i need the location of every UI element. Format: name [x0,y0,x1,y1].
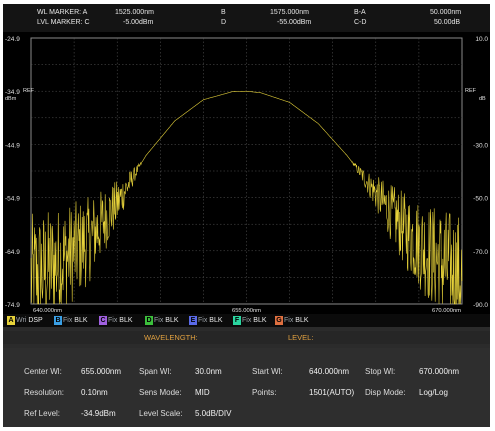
osa-screen: WL MARKER: A 1525.000nm B 1575.000nm B-A… [3,4,490,427]
marker-ba-label: B-A [354,9,366,16]
left-tick-label: -64.9 [5,249,20,256]
disp-mode-label: Disp Mode: [365,388,406,397]
start-wl-label: Start Wl: [252,367,283,376]
left-tick-label: -54.9 [5,196,20,203]
trace-mode-label: Fix [242,317,252,324]
right-ref-label: REF [465,88,477,94]
trace-mode-label: Fix [108,317,118,324]
trace-state-label: BLK [117,317,133,324]
trace-state-label: BLK [163,317,179,324]
wavelength-label: WAVELENGTH: [144,333,198,342]
right-unit-label: dB [479,96,486,102]
right-tick-label: -30.0 [473,142,488,149]
level-scale-value[interactable]: 5.0dB/DIV [195,409,231,418]
trace-state-label: BLK [207,317,223,324]
ref-level-label: Ref Level: [24,409,61,418]
lvl-marker-c-label: LVL MARKER: C [37,19,90,26]
lvl-marker-c-value: -5.00dBm [123,19,154,26]
marker-cd-label: C-D [354,19,367,26]
disp-mode-value[interactable]: Log/Log [419,388,448,397]
points-label: Points: [252,388,277,397]
points-value[interactable]: 1501(AUTO) [309,388,354,397]
right-tick-label: -90.0 [473,302,488,309]
trace-c-status[interactable]: C Fix BLK [99,316,133,325]
trace-mode-label: Fix [154,317,164,324]
right-tick-label: -70.0 [473,249,488,256]
resolution-label: Resolution: [24,388,65,397]
trace-e-status[interactable]: E Fix BLK [189,316,223,325]
marker-cd-value: 50.00dB [434,19,461,26]
start-wl-value[interactable]: 640.000nm [309,367,349,376]
trace-key-badge: E [189,316,197,325]
stop-wl-value[interactable]: 670.000nm [419,367,459,376]
trace-key-badge: G [275,316,283,325]
marker-b-value: 1575.000nm [270,9,309,16]
trace-state-label: DSP [26,317,43,324]
marker-d-label: D [221,19,227,26]
wl-marker-a-value: 1525.000nm [115,9,154,16]
trace-mode-label: Fix [284,317,294,324]
trace-f-status[interactable]: F Fix BLK [233,316,267,325]
left-tick-label: -24.9 [5,36,20,43]
marker-readout-bar: WL MARKER: A 1525.000nm B 1575.000nm B-A… [3,4,490,32]
right-tick-label: 10.0 [475,36,488,43]
trace-key-badge: D [145,316,153,325]
center-wl-value[interactable]: 655.000nm [81,367,121,376]
trace-state-label: BLK [72,317,88,324]
trace-key-badge: C [99,316,107,325]
wavelength-level-bar: WAVELENGTH: LEVEL: [3,331,490,344]
spectrum-chart-svg[interactable]: -24.9 -34.9 -44.9 -54.9 -64.9 -74.9 10.0 -30.0 -… [3,32,490,314]
sens-mode-value[interactable]: MID [195,388,210,397]
trace-b-status[interactable]: B Fix BLK [54,316,88,325]
left-tick-label: -34.9 [5,89,20,96]
sens-mode-label: Sens Mode: [139,388,182,397]
center-wl-label: Center Wl: [24,367,62,376]
wl-marker-a-label: WL MARKER: A [37,9,88,16]
trace-legend-bar: A Wri DSP B Fix BLK C Fix BLK D Fix BLK E Fix BLK… [3,314,490,327]
level-scale-label: Level Scale: [139,409,183,418]
trace-mode-label: Fix [198,317,208,324]
marker-d-value: -55.00dBm [277,19,312,26]
trace-a-status[interactable]: A Wri DSP [7,316,43,325]
marker-ba-value: 50.000nm [430,9,462,16]
stop-wl-label: Stop Wl: [365,367,396,376]
trace-mode-label: Wri [16,317,27,324]
span-wl-label: Span Wl: [139,367,172,376]
ref-level-value[interactable]: -34.9dBm [81,409,116,418]
trace-state-label: BLK [251,317,267,324]
left-unit-label: dBm [5,96,17,102]
trace-d-status[interactable]: D Fix BLK [145,316,179,325]
trace-mode-label: Fix [63,317,73,324]
marker-b-label: B [221,9,226,16]
trace-key-badge: F [233,316,241,325]
right-tick-label: -50.0 [473,196,488,203]
left-tick-label: -44.9 [5,142,20,149]
trace-g-status[interactable]: G Fix BLK [275,316,309,325]
left-tick-label: -74.9 [5,302,20,309]
span-wl-value[interactable]: 30.0nm [195,367,222,376]
trace-key-badge: A [7,316,15,325]
level-label: LEVEL: [288,333,314,342]
trace-key-badge: B [54,316,62,325]
left-ref-label: REF [23,88,35,94]
resolution-value[interactable]: 0.10nm [81,388,108,397]
parameter-panel: Center Wl: 655.000nm Span Wl: 30.0nm Sta… [3,348,490,427]
trace-state-label: BLK [293,317,309,324]
spectrum-plot[interactable]: -24.9 -34.9 -44.9 -54.9 -64.9 -74.9 10.0 -30.0 -… [3,32,490,324]
